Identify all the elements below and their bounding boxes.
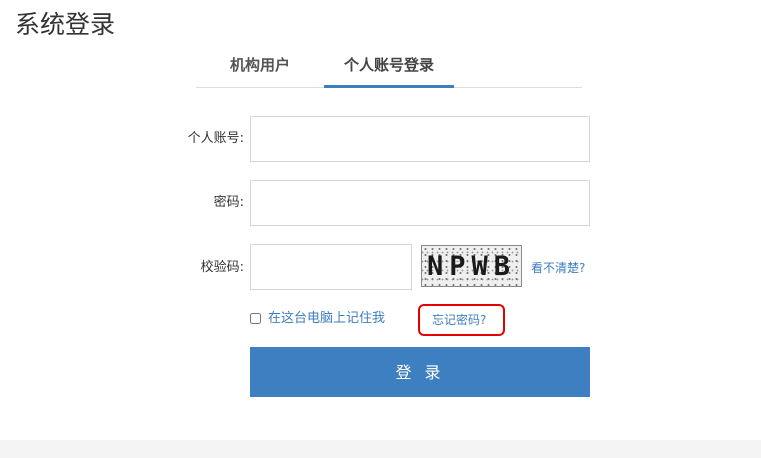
login-tabs: 机构用户 个人账号登录 [196,44,582,88]
password-label: 密码: [213,195,244,210]
tab-org-user[interactable]: 机构用户 [198,44,322,87]
tab-personal-account[interactable]: 个人账号登录 [324,44,454,88]
account-label: 个人账号: [187,131,244,146]
remember-me-label[interactable]: 在这台电脑上记住我 [268,311,385,327]
captcha-label: 校验码: [200,260,244,275]
footer-band [0,440,761,458]
captcha-input[interactable] [250,244,412,290]
login-button[interactable]: 登 录 [250,347,590,397]
remember-me-checkbox[interactable] [250,313,261,324]
password-input[interactable] [250,180,590,226]
account-input[interactable] [250,116,590,162]
captcha-refresh-link[interactable]: 看不清楚? [531,260,585,276]
captcha-image-text: NPWB [426,251,517,282]
captcha-image[interactable]: NPWB [421,245,522,287]
page-title: 系统登录 [15,10,116,39]
forgot-password-link[interactable]: 忘记密码? [432,312,486,328]
